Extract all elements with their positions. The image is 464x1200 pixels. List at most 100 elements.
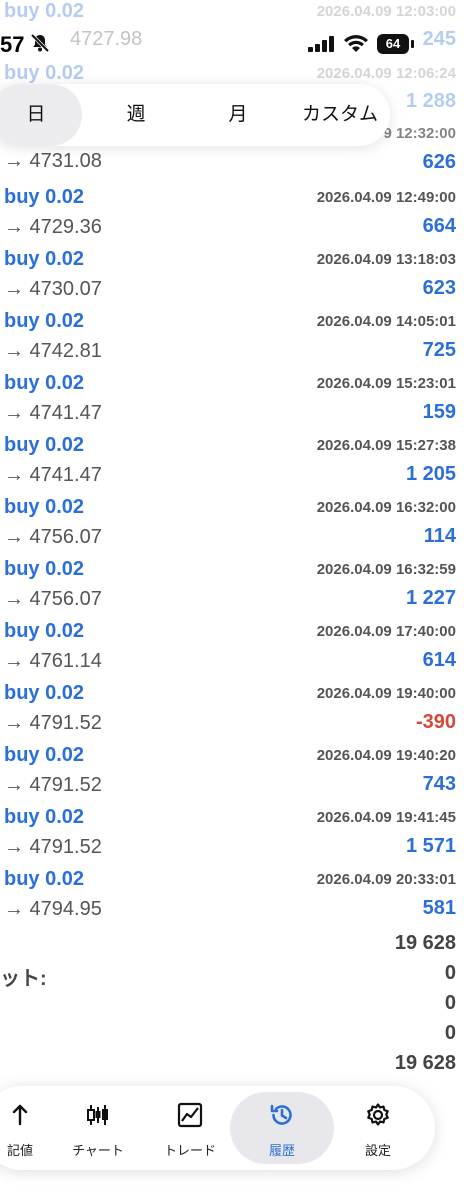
summary-value: 19 628 bbox=[394, 1052, 456, 1074]
deal-price: → 4731.08 bbox=[4, 150, 102, 172]
deal-type: buy 0.02 bbox=[4, 744, 85, 766]
deal-profit: 159 bbox=[422, 401, 456, 423]
summary-value: 0 bbox=[444, 962, 456, 984]
deal-profit: 1 227 bbox=[405, 587, 456, 609]
deal-profit: 743 bbox=[422, 773, 456, 795]
nav-chart[interactable]: チャート bbox=[52, 1086, 144, 1170]
nav-label: チャート bbox=[72, 1143, 124, 1158]
deal-date: 9 12:32:00 bbox=[383, 125, 456, 142]
list-item[interactable]: buy 0.02 2026.04.09 20:33:01 → 4794.95 5… bbox=[0, 862, 464, 924]
deal-price: → 4756.07 bbox=[4, 588, 102, 610]
deal-profit: 626 bbox=[422, 151, 456, 173]
list-item[interactable]: buy 0.02 2026.04.09 16:32:59 → 4756.07 1… bbox=[0, 552, 464, 614]
list-item[interactable]: buy 0.02 2026.04.09 15:23:01 → 4741.47 1… bbox=[0, 366, 464, 428]
bottom-nav: 記値 チャート トレード 履歴 設定 bbox=[0, 1086, 435, 1170]
deal-price: → 4791.52 bbox=[4, 836, 102, 858]
deal-profit: -390 bbox=[415, 711, 456, 733]
deal-profit: 725 bbox=[422, 339, 456, 361]
deal-profit: 1 288 bbox=[405, 90, 456, 112]
summary-value: 0 bbox=[444, 1022, 456, 1044]
deal-type: buy 0.02 bbox=[4, 186, 85, 208]
status-time: 57 bbox=[0, 32, 25, 57]
list-item[interactable]: buy 0.02 2026.04.09 19:40:20 → 4791.52 7… bbox=[0, 738, 464, 800]
deal-date: 2026.04.09 16:32:00 bbox=[316, 499, 456, 516]
deal-type: buy 0.02 bbox=[4, 496, 85, 518]
nav-history[interactable]: 履歴 bbox=[230, 1086, 334, 1170]
summary-value: 0 bbox=[444, 992, 456, 1014]
nav-quotes[interactable]: 記値 bbox=[0, 1086, 60, 1170]
nav-label: トレード bbox=[163, 1143, 216, 1158]
deal-type: buy 0.02 bbox=[4, 372, 85, 394]
list-item[interactable]: buy 0.02 2026.04.09 16:32:00 → 4756.07 1… bbox=[0, 490, 464, 552]
deal-price: → 4742.81 bbox=[4, 340, 102, 362]
list-item[interactable]: buy 0.02 2026.04.09 19:40:00 → 4791.52 -… bbox=[0, 676, 464, 738]
summary-commission: 0 bbox=[0, 1022, 464, 1052]
summary-swap: 0 bbox=[0, 992, 464, 1022]
deal-profit: 614 bbox=[422, 649, 456, 671]
deal-date: 2026.04.09 19:40:20 bbox=[316, 747, 456, 764]
deal-type: buy 0.02 bbox=[4, 310, 85, 332]
nav-trade[interactable]: トレード bbox=[144, 1086, 236, 1170]
deal-type: buy 0.02 bbox=[4, 806, 85, 828]
deal-date: 2026.04.09 19:41:45 bbox=[316, 809, 456, 826]
deal-date: 2026.04.09 15:27:38 bbox=[316, 437, 456, 454]
status-bar: 57 64 bbox=[0, 0, 464, 90]
list-item[interactable]: buy 0.02 2026.04.09 13:18:03 → 4730.07 6… bbox=[0, 242, 464, 304]
nav-label: 履歴 bbox=[268, 1143, 295, 1158]
list-item[interactable]: buy 0.02 2026.04.09 17:40:00 → 4761.14 6… bbox=[0, 614, 464, 676]
deal-date: 2026.04.09 19:40:00 bbox=[316, 685, 456, 702]
deal-type: buy 0.02 bbox=[4, 682, 85, 704]
summary-label: ット: bbox=[0, 968, 47, 990]
nav-settings[interactable]: 設定 bbox=[332, 1086, 424, 1170]
deal-profit: 1 205 bbox=[405, 463, 456, 485]
deal-price: → 4761.14 bbox=[4, 650, 102, 672]
deal-price: → 4730.07 bbox=[4, 278, 102, 300]
deal-type: buy 0.02 bbox=[4, 868, 85, 890]
deal-date: 2026.04.09 17:40:00 bbox=[316, 623, 456, 640]
deal-date: 2026.04.09 20:33:01 bbox=[316, 871, 456, 888]
list-item[interactable]: buy 0.02 2026.04.09 12:49:00 → 4729.36 6… bbox=[0, 180, 464, 242]
deal-profit: 114 bbox=[423, 525, 456, 547]
deal-type: buy 0.02 bbox=[4, 620, 85, 642]
tab-month[interactable]: 月 bbox=[192, 84, 284, 146]
deal-price: → 4729.36 bbox=[4, 216, 102, 238]
deal-profit: 623 bbox=[422, 277, 456, 299]
deal-type: buy 0.02 bbox=[4, 434, 85, 456]
deal-profit: 1 571 bbox=[405, 835, 456, 857]
deal-date: 2026.04.09 16:32:59 bbox=[316, 561, 456, 578]
deal-date: 2026.04.09 14:05:01 bbox=[316, 313, 456, 330]
list-item[interactable]: buy 0.02 2026.04.09 15:27:38 → 4741.47 1… bbox=[0, 428, 464, 490]
tab-day[interactable]: 日 bbox=[0, 84, 82, 146]
nav-label: 設定 bbox=[364, 1143, 391, 1158]
deal-profit: 664 bbox=[422, 215, 456, 237]
cellular-signal-icon bbox=[308, 36, 336, 57]
summary-value: 19 628 bbox=[394, 932, 456, 954]
deal-price: → 4741.47 bbox=[4, 402, 102, 424]
deal-date: 2026.04.09 15:23:01 bbox=[316, 375, 456, 392]
deal-price: → 4741.47 bbox=[4, 464, 102, 486]
tab-custom[interactable]: カスタム bbox=[290, 84, 390, 146]
summary-credit: ット: 0 bbox=[0, 962, 464, 992]
nav-label: 記値 bbox=[6, 1143, 33, 1158]
trade-chart-icon bbox=[177, 1102, 203, 1128]
tab-week[interactable]: 週 bbox=[90, 84, 182, 146]
deal-date: 2026.04.09 13:18:03 bbox=[316, 251, 456, 268]
deal-price: → 4794.95 bbox=[4, 898, 102, 920]
history-icon bbox=[270, 1104, 292, 1125]
deal-type: buy 0.02 bbox=[4, 248, 85, 270]
list-item[interactable]: buy 0.02 2026.04.09 19:41:45 → 4791.52 1… bbox=[0, 800, 464, 862]
deal-date: 2026.04.09 12:49:00 bbox=[316, 189, 456, 206]
arrows-icon bbox=[12, 1104, 28, 1126]
candlestick-icon bbox=[87, 1105, 108, 1125]
deal-type: buy 0.02 bbox=[4, 558, 85, 580]
bell-muted-icon bbox=[30, 33, 50, 58]
deal-profit: 581 bbox=[422, 897, 456, 919]
summary-profit: 19 628 bbox=[0, 932, 464, 962]
wifi-icon bbox=[343, 34, 369, 59]
list-item[interactable]: buy 0.02 2026.04.09 14:05:01 → 4742.81 7… bbox=[0, 304, 464, 366]
period-selector: 日 週 月 カスタム bbox=[0, 84, 390, 146]
summary-balance: 19 628 bbox=[0, 1052, 464, 1082]
deal-price: → 4756.07 bbox=[4, 526, 102, 548]
gear-icon bbox=[367, 1103, 389, 1126]
battery-indicator: 64 bbox=[377, 34, 414, 54]
